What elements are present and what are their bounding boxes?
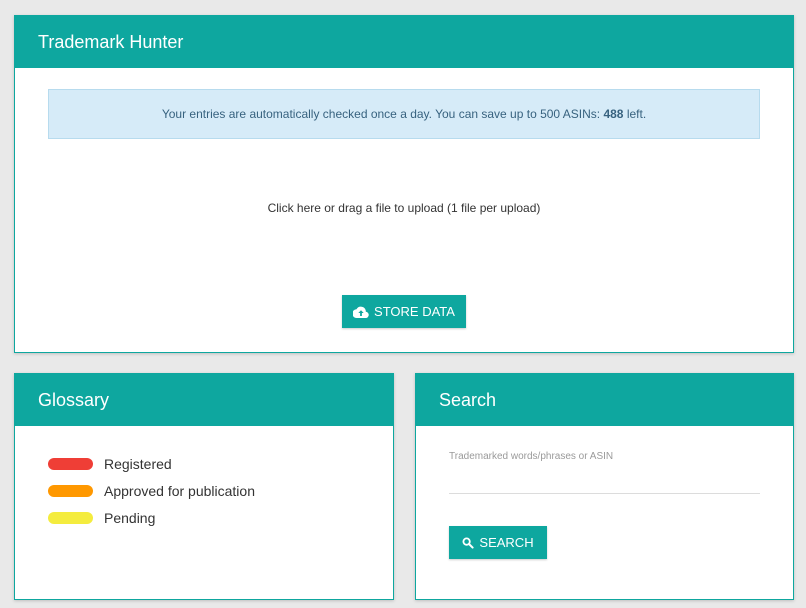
store-data-button[interactable]: STORE DATA: [342, 295, 466, 328]
info-suffix: left.: [623, 107, 647, 121]
glossary-legend: Registered Approved for publication Pend…: [48, 450, 255, 531]
trademark-hunter-card: Trademark Hunter Your entries are automa…: [14, 15, 794, 353]
legend-item-pending: Pending: [48, 504, 255, 531]
store-data-label: STORE DATA: [374, 304, 455, 319]
info-text: Your entries are automatically checked o…: [161, 107, 604, 121]
upload-text: Click here or drag a file to upload (1 f…: [267, 201, 541, 215]
search-button[interactable]: SEARCH: [449, 526, 547, 559]
legend-label: Pending: [104, 509, 156, 526]
card-title: Search: [416, 374, 793, 426]
search-icon: [462, 536, 475, 549]
search-label: SEARCH: [479, 535, 534, 550]
card-title: Trademark Hunter: [15, 16, 793, 68]
glossary-card: Glossary Registered Approved for publica…: [14, 373, 394, 600]
legend-label: Approved for publication: [104, 482, 255, 499]
info-alert: Your entries are automatically checked o…: [48, 89, 760, 139]
card-title: Glossary: [15, 374, 393, 426]
search-input[interactable]: [449, 468, 760, 494]
remaining-count: 488: [603, 107, 624, 121]
legend-item-registered: Registered: [48, 450, 255, 477]
legend-item-approved: Approved for publication: [48, 477, 255, 504]
status-swatch-registered: [48, 457, 93, 470]
upload-dropzone[interactable]: Click here or drag a file to upload (1 f…: [15, 201, 793, 215]
legend-label: Registered: [104, 455, 172, 472]
status-swatch-pending: [48, 511, 93, 524]
search-card: Search Trademarked words/phrases or ASIN…: [415, 373, 794, 600]
status-swatch-approved: [48, 484, 93, 497]
cloud-upload-icon: [353, 306, 369, 318]
search-field-label: Trademarked words/phrases or ASIN: [449, 451, 614, 462]
